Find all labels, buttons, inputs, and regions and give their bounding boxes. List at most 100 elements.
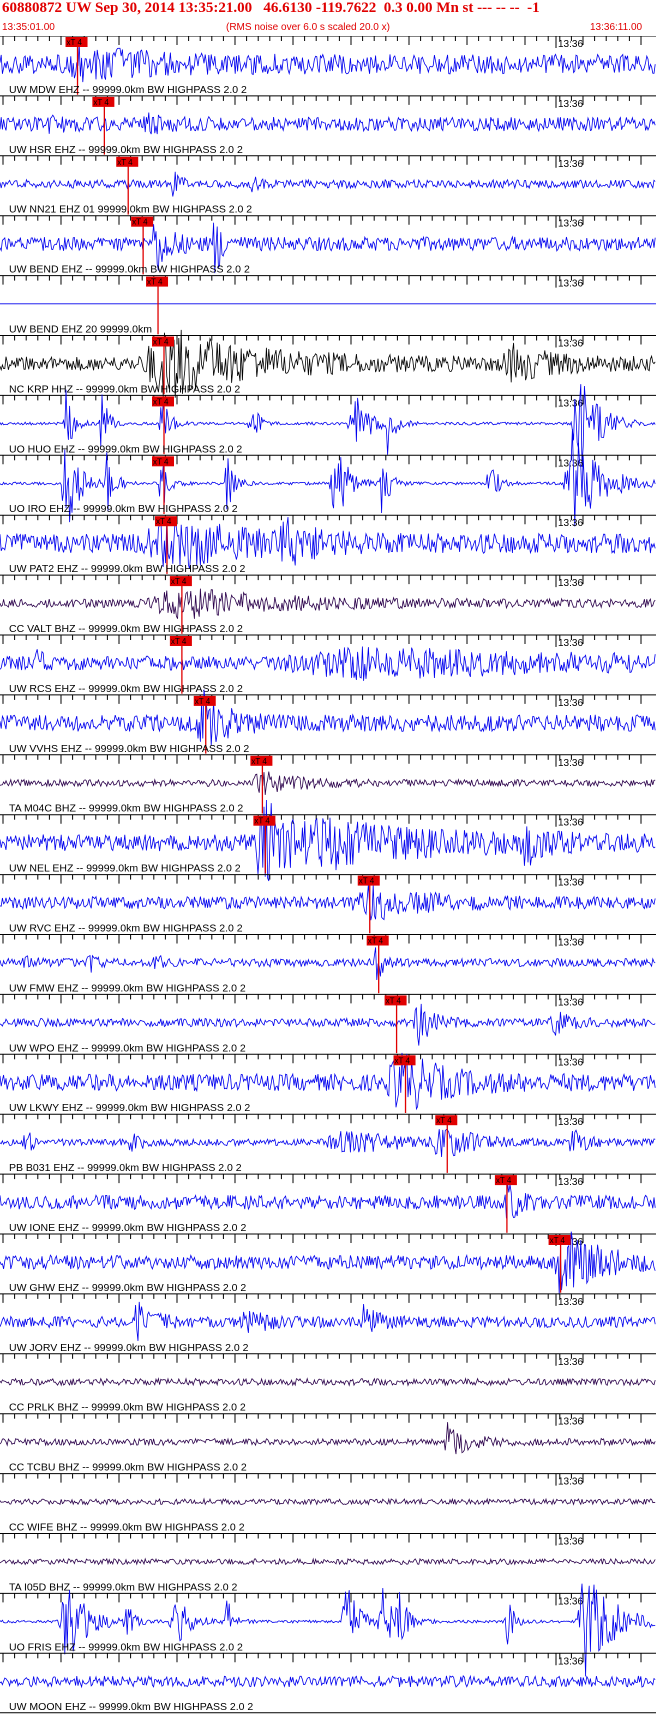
station-label: UW MOON EHZ -- 99999.0km BW HIGHPASS 2.0…: [9, 1701, 253, 1713]
station-label: NC KRP HHZ -- 99999.0km BW HIGHPASS 2.0 …: [9, 383, 240, 395]
station-label: TA M04C BHZ -- 99999.0km BW HIGHPASS 2.0…: [9, 803, 243, 815]
station-label: PB B031 EHZ -- 99999.0km BW HIGHPASS 2.0…: [9, 1162, 242, 1174]
station-label: UW WPO EHZ -- 99999.0km BW HIGHPASS 2.0 …: [9, 1042, 246, 1054]
minute-label: 13:36: [558, 219, 583, 230]
pick-label: xT 4: [550, 1236, 566, 1245]
end-time-label: 13:36:11.00: [590, 22, 643, 33]
station-label: UW BEND EHZ 20 99999.0km: [9, 324, 152, 336]
minute-label: 13:36: [558, 1656, 583, 1667]
trace-row: 13:36 CC WIFE BHZ -- 99999.0km BW HIGHPAS…: [0, 1473, 656, 1534]
station-label: CC VALT BHZ -- 99999.0km BW HIGHPASS 2.0…: [9, 623, 243, 635]
seismogram-panel: 13:36 xT 4 UW MDW EHZ -- 99999.0km BW HIGH…: [0, 36, 656, 1714]
waveform: [0, 1422, 656, 1455]
waveform: [0, 1183, 656, 1219]
minute-label: 13:36: [558, 1477, 583, 1488]
station-label: UW BEND EHZ -- 99999.0km BW HIGHPASS 2.0…: [9, 264, 250, 276]
station-label: UO IRO EHZ -- 99999.0km BW HIGHPASS 2.0 …: [9, 503, 238, 515]
trace-row: 13:36 xT 4 UW RCS EHZ -- 99999.0km BW HIGH…: [0, 634, 656, 695]
waveform: [0, 1377, 656, 1387]
trace-row: 13:36 xT 4 UW BEND EHZ -- 99999.0km BW HIG…: [0, 215, 656, 276]
minute-label: 13:36: [558, 997, 583, 1008]
trace-row: 13:36 xT 4 UW HSR EHZ -- 99999.0km BW HIGH…: [0, 95, 656, 156]
minute-label: 13:36: [558, 638, 583, 649]
trace-row: 13:36 xT 4 UW IONE EHZ -- 99999.0km BW HIG…: [0, 1173, 656, 1234]
minute-label: 13:36: [558, 159, 583, 170]
minute-label: 13:36: [558, 1357, 583, 1368]
trace-row: 13:36 xT 4 UW PAT2 EHZ -- 99999.0km BW HIG…: [0, 514, 656, 575]
station-label: CC WIFE BHZ -- 99999.0km BW HIGHPASS 2.0…: [9, 1522, 245, 1534]
station-label: UW HSR EHZ -- 99999.0km BW HIGHPASS 2.0 …: [9, 144, 243, 156]
pick-label: xT 4: [386, 996, 402, 1005]
minute-label: 13:36: [558, 878, 583, 889]
pick-label: xT 4: [171, 577, 187, 586]
pick-label: xT 4: [153, 338, 169, 347]
trace-row: 13:36 TA I05D BHZ -- 99999.0km BW HIGHPAS…: [0, 1533, 656, 1593]
trace-row: 13:36 xT 4 PB B031 EHZ -- 99999.0km BW HIG…: [0, 1113, 656, 1174]
station-label: UW JORV EHZ -- 99999.0km BW HIGHPASS 2.0…: [9, 1342, 249, 1354]
scaling-note: (RMS noise over 6.0 s scaled 20.0 x): [226, 22, 390, 33]
waveform: [0, 112, 656, 135]
station-label: UW MDW EHZ -- 99999.0km BW HIGHPASS 2.0 …: [9, 84, 247, 96]
pick-label: xT 4: [117, 158, 133, 167]
trace-row: 13:36 xT 4 UW VVHS EHZ -- 99999.0km BW HIG…: [0, 689, 656, 755]
pick-label: xT 4: [147, 278, 163, 287]
trace-row: 13:36 UW JORV EHZ -- 99999.0km BW HIGHPAS…: [0, 1293, 656, 1354]
trace-row: 13:36 xT 4 UW WPO EHZ -- 99999.0km BW HIGH…: [0, 993, 656, 1054]
minute-label: 13:36: [558, 279, 583, 290]
pick-label: xT 4: [496, 1176, 512, 1185]
minute-label: 13:36: [558, 578, 583, 589]
station-label: UW RVC EHZ -- 99999.0km BW HIGHPASS 2.0 …: [9, 923, 243, 935]
pick-label: xT 4: [254, 817, 270, 826]
trace-row: 13:36 xT 4 UW RVC EHZ -- 99999.0km BW HIGH…: [0, 874, 656, 935]
pick-label: xT 4: [359, 877, 375, 886]
trace-row: 13:36xT 4UO HUO EHZ -- 99999.0km BW HIGH…: [0, 384, 656, 468]
trace-row: 13:36 xT 4 CC VALT BHZ -- 99999.0km BW HIG…: [0, 574, 656, 635]
trace-row: 13:36 xT 4 UW LKWY EHZ -- 99999.0km BW HIG…: [0, 1052, 656, 1114]
minute-label: 13:36: [558, 758, 583, 769]
trace-row: 13:36 CC PRLK BHZ -- 99999.0km BW HIGHPAS…: [0, 1353, 656, 1414]
waveform: [0, 884, 656, 921]
waveform: [0, 1674, 656, 1689]
trace-row: 13:36 xT 4 UW NN21 EHZ 01 99999.0km BW HIG…: [0, 155, 656, 216]
waveform: [0, 1129, 656, 1158]
minute-label: 13:36: [558, 39, 583, 50]
pick-label: xT 4: [156, 517, 172, 526]
event-title: 60880872 UW Sep 30, 2014 13:35:21.00 46.…: [2, 0, 540, 16]
trace-row: 13:36 UW MOON EHZ -- 99999.0km BW HIGHPAS…: [0, 1652, 656, 1713]
trace-row: 13:36 xT 4 NC KRP HHZ -- 99999.0km BW HIGH…: [0, 329, 656, 398]
waveform: [0, 1497, 656, 1506]
minute-label: 13:36: [558, 99, 583, 110]
waveform: [0, 517, 656, 570]
station-label: UW IONE EHZ -- 99999.0km BW HIGHPASS 2.0…: [9, 1222, 246, 1234]
pick-label: xT 4: [153, 397, 169, 406]
trace-row: 13:36 xT 4 TA M04C BHZ -- 99999.0km BW HIG…: [0, 754, 656, 815]
minute-label: 13:36: [558, 1177, 583, 1188]
waveform: [0, 771, 656, 795]
minute-label: 13:36: [558, 1596, 583, 1607]
pick-label: xT 4: [153, 457, 169, 466]
waveform: [0, 44, 656, 83]
waveform: [0, 171, 656, 197]
minute-label: 13:36: [558, 1537, 583, 1548]
waveform: [0, 1301, 656, 1341]
minute-label: 13:36: [558, 1417, 583, 1428]
station-label: UW VVHS EHZ -- 99999.0km BW HIGHPASS 2.0…: [9, 743, 249, 755]
minute-label: 13:36: [558, 698, 583, 709]
station-label: UW FMW EHZ -- 99999.0km BW HIGHPASS 2.0 …: [9, 982, 246, 994]
minute-label: 13:36: [558, 518, 583, 529]
trace-row: 13:36 xT 4 UW BEND EHZ 20 99999.0km: [0, 275, 656, 336]
station-label: UO FRIS EHZ -- 99999.0km BW HIGHPASS 2.0…: [9, 1641, 243, 1653]
station-label: UW RCS EHZ -- 99999.0km BW HIGHPASS 2.0 …: [9, 683, 243, 695]
station-label: UW LKWY EHZ -- 99999.0km BW HIGHPASS 2.0…: [9, 1102, 250, 1114]
waveform: [0, 1557, 656, 1566]
waveform: [0, 1003, 656, 1046]
trace-row: 13:36 CC TCBU BHZ -- 99999.0km BW HIGHPAS…: [0, 1413, 656, 1474]
pick-label: xT 4: [93, 98, 109, 107]
minute-label: 13:36: [558, 339, 583, 350]
waveform: [0, 646, 656, 681]
station-label: UW GHW EHZ -- 99999.0km BW HIGHPASS 2.0 …: [9, 1282, 246, 1294]
pick-label: xT 4: [251, 757, 267, 766]
pick-label: xT 4: [132, 218, 148, 227]
minute-label: 13:36: [558, 1057, 583, 1068]
waveform: [0, 947, 656, 981]
